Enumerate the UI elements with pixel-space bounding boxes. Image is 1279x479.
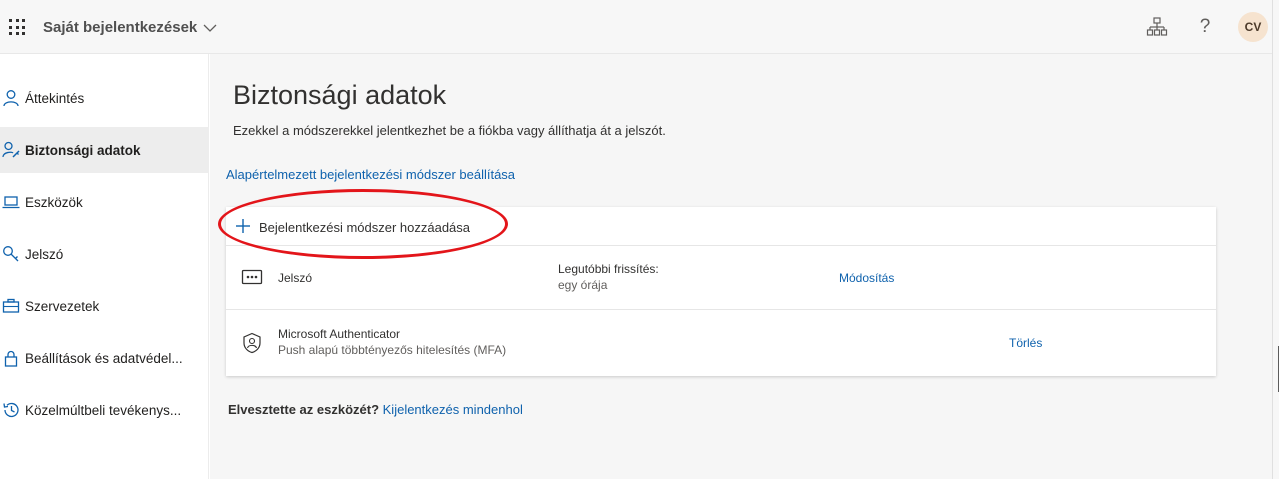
sidebar-item-label: Szervezetek: [25, 298, 100, 314]
history-icon: [3, 402, 19, 418]
sidebar-item-label: Beállítások és adatvédel...: [25, 350, 183, 366]
add-method-label: Bejelentkezési módszer hozzáadása: [259, 220, 471, 235]
sidebar-item-label: Eszközök: [25, 194, 83, 210]
laptop-icon: [2, 196, 20, 209]
chevron-down-icon[interactable]: [202, 22, 218, 34]
sidebar-item-devices[interactable]: Eszközök: [0, 179, 209, 225]
lost-device-question: Elvesztette az eszközét?: [228, 402, 380, 417]
authenticator-icon: [243, 332, 261, 354]
sidebar-item-password[interactable]: Jelszó: [0, 231, 209, 277]
scrollbar-edge: [1272, 0, 1279, 479]
help-icon[interactable]: ?: [1194, 16, 1216, 38]
method-row-password: Jelszó Legutóbbi frissítés: egy órája Mó…: [226, 246, 1216, 310]
org-chart-icon[interactable]: [1146, 16, 1168, 38]
briefcase-icon: [2, 298, 20, 313]
sidebar-item-label: Áttekintés: [25, 90, 85, 106]
sidebar-item-settings-privacy[interactable]: Beállítások és adatvédel...: [0, 335, 209, 381]
lock-icon: [4, 350, 18, 367]
sidebar-item-overview[interactable]: Áttekintés: [0, 75, 209, 121]
sidebar-item-label: Biztonsági adatok: [25, 142, 141, 158]
key-icon: [3, 246, 19, 262]
method-row-authenticator: Microsoft Authenticator Push alapú többt…: [226, 311, 1216, 375]
add-method-button[interactable]: Bejelentkezési módszer hozzáadása: [226, 207, 1216, 246]
waffle-icon[interactable]: [9, 19, 25, 35]
delete-authenticator-link[interactable]: Törlés: [1009, 336, 1042, 350]
sidebar-item-organizations[interactable]: Szervezetek: [0, 283, 209, 329]
page-description: Ezekkel a módszerekkel jelentkezhet be a…: [233, 123, 666, 138]
person-key-icon: [2, 141, 20, 158]
sidebar-item-label: Jelszó: [25, 246, 64, 262]
plus-icon: [236, 219, 250, 233]
sign-out-everywhere-link[interactable]: Kijelentkezés mindenhol: [383, 402, 523, 417]
person-icon: [3, 90, 19, 107]
sidebar-item-recent-activity[interactable]: Közelmúltbeli tevékenys...: [0, 387, 209, 433]
last-updated-label: Legutóbbi frissítés:: [558, 262, 659, 276]
set-default-method-link[interactable]: Alapértelmezett bejelentkezési módszer b…: [226, 167, 515, 182]
sidebar-item-label: Közelmúltbeli tevékenys...: [25, 402, 182, 418]
sidebar-nav: Áttekintés Biztonsági adatok Eszközök Je…: [0, 54, 209, 479]
change-password-link[interactable]: Módosítás: [839, 271, 894, 285]
top-header-bar: Saját bejelentkezések ? CV: [0, 0, 1272, 54]
methods-card: Bejelentkezési módszer hozzáadása Jelszó…: [226, 207, 1216, 376]
page-title: Biztonsági adatok: [233, 80, 447, 110]
sidebar-item-security-info[interactable]: Biztonsági adatok: [0, 127, 209, 173]
lost-device-line: Elvesztette az eszközét? Kijelentkezés m…: [228, 402, 523, 417]
avatar[interactable]: CV: [1238, 12, 1268, 42]
app-title[interactable]: Saját bejelentkezések: [43, 19, 197, 36]
password-dots-icon: [241, 269, 263, 285]
main-content: Biztonsági adatok Ezekkel a módszerekkel…: [210, 54, 1272, 479]
method-name: Jelszó: [278, 271, 313, 285]
last-updated-value: egy órája: [558, 278, 608, 292]
method-subtitle: Push alapú többtényezős hitelesítés (MFA…: [278, 343, 507, 357]
method-name: Microsoft Authenticator: [278, 327, 401, 341]
